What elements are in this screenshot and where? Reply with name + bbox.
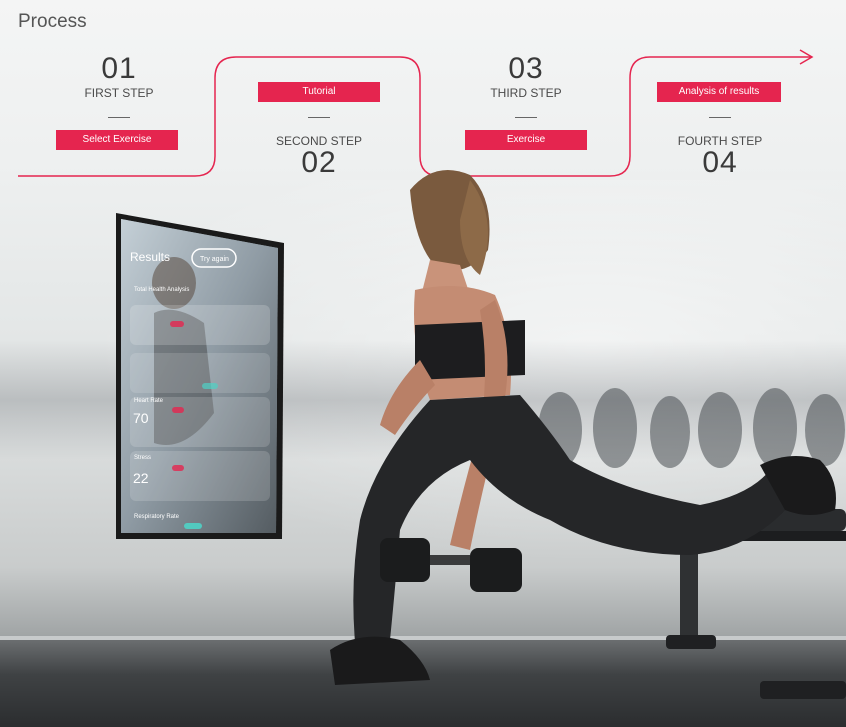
mirror-total-health-label: Total Health Analysis <box>134 287 190 293</box>
mirror-stress-value: 22 <box>133 470 149 486</box>
step-2-divider <box>308 117 330 118</box>
step-1-tag: Select Exercise <box>56 130 178 150</box>
step-1-divider <box>108 117 130 118</box>
step-4-divider <box>709 117 731 118</box>
mirror-heart-rate-label: Heart Rate <box>134 398 164 404</box>
process-illustration: Process 01 FIRST STEP Select Exercise Tu… <box>0 0 846 727</box>
step-3-number: 03 <box>508 52 544 85</box>
step-3-divider <box>515 117 537 118</box>
athlete-lunge-figure <box>330 170 836 685</box>
mirror-stress-label: Stress <box>134 455 152 461</box>
step-3-label: THIRD STEP <box>490 86 562 100</box>
arrow-right-icon <box>799 49 814 65</box>
mirror-respiratory-label: Respiratory Rate <box>134 514 180 520</box>
mirror-try-again-button[interactable]: Try again <box>200 256 229 263</box>
step-1-number: 01 <box>101 52 137 85</box>
page-title: Process <box>18 11 87 32</box>
mirror-heart-rate-value: 70 <box>133 410 149 426</box>
step-1-label: FIRST STEP <box>84 86 154 100</box>
step-2-tag: Tutorial <box>258 82 380 102</box>
step-4-tag: Analysis of results <box>657 82 781 102</box>
step-3-tag: Exercise <box>465 130 587 150</box>
mirror-results-title: Results <box>130 250 171 264</box>
